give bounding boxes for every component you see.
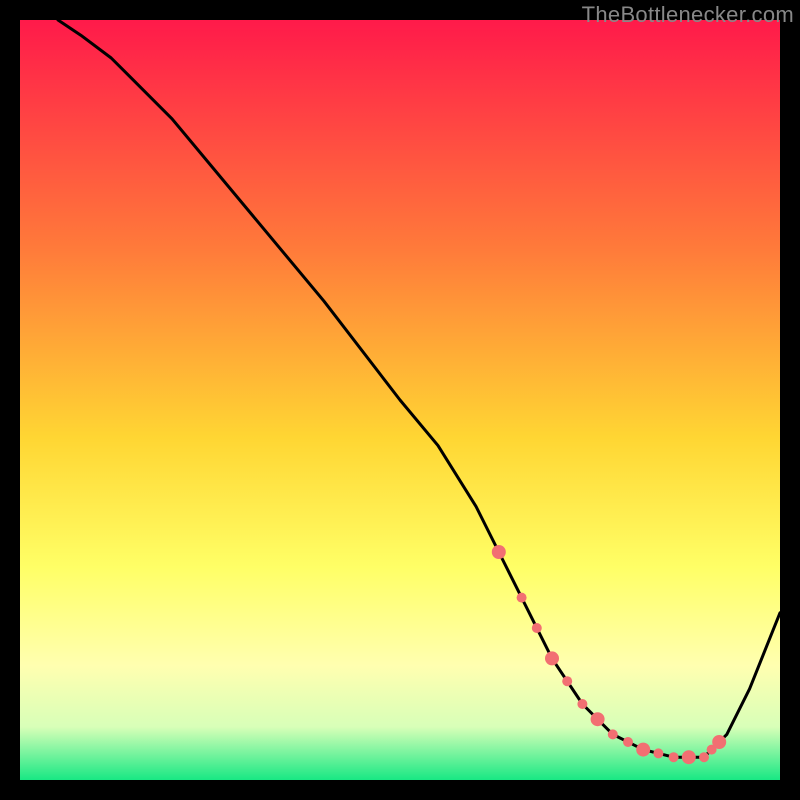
data-dot [492, 545, 506, 559]
chart-stage: TheBottlenecker.com [0, 0, 800, 800]
data-dot [636, 743, 650, 757]
data-dot [712, 735, 726, 749]
bottleneck-chart [20, 20, 780, 780]
data-dot [591, 712, 605, 726]
data-dot [682, 750, 696, 764]
data-dot [669, 752, 679, 762]
data-dot [653, 748, 663, 758]
data-dot [577, 699, 587, 709]
data-dot [562, 676, 572, 686]
data-dot [608, 729, 618, 739]
data-dot [623, 737, 633, 747]
watermark-text: TheBottlenecker.com [582, 2, 794, 28]
data-dot [545, 651, 559, 665]
data-dot [532, 623, 542, 633]
data-dot [699, 752, 709, 762]
data-dot [517, 593, 527, 603]
